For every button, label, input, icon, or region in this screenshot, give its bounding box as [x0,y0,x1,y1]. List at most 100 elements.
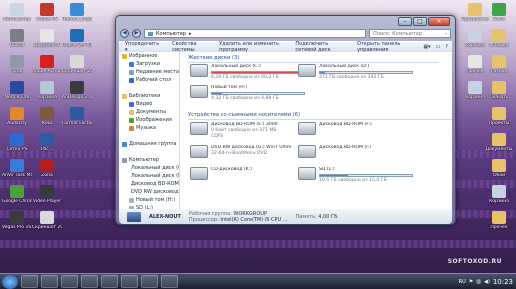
desktop-icon[interactable]: Adobe Acrobat [32,55,62,74]
desktop-icon[interactable]: Global [2,29,32,48]
sidebar-item[interactable]: Загрузки [119,60,179,68]
removable-group-header[interactable]: Устройства со съемными носителями (6) [188,112,452,120]
tray-flag-icon[interactable]: ⚑ [469,279,473,285]
sidebar-item-icon [122,141,127,147]
explorer-window[interactable]: – □ × ◀ ▶ Компьютер ▸ Поиск: Компьютер ⌕… [115,15,456,225]
sidebar-item[interactable]: Недавние места [119,68,179,76]
sidebar-item[interactable]: Видео [119,100,179,108]
desktop-icon[interactable]: Документ1 [32,29,62,48]
drive-text: Локальный диск (C:) 4,29 ГБ свободно из 6… [211,64,305,81]
sidebar-item[interactable]: DVD RW дисковод (G:) Wi [119,188,179,196]
sidebar-item-label: Избранное [129,53,158,59]
sidebar-item-label: Домашняя группа [129,141,177,147]
removable-drive-item[interactable]: DVD RW дисковод (G:) Win7 Ultim 32-64-ru-… [190,145,305,158]
desktop-icon[interactable]: Zona [32,159,62,178]
removable-drive-item[interactable]: SD (L:) 10,5 ГБ свободно из 15,0 ГБ [298,167,413,184]
back-button[interactable]: ◀ [120,29,129,38]
desktop-icon[interactable]: Корзина [460,29,490,48]
desktop-icon[interactable]: Скриншот 2016.11.17 [32,211,62,230]
sidebar-item[interactable]: Дисковод BD-ROM (E:) 300 [119,180,179,188]
taskbar-chrome[interactable] [81,275,98,288]
sidebar-item[interactable]: Документы [119,108,179,116]
language-indicator[interactable]: RU [459,279,466,285]
taskbar-app-7[interactable] [141,275,158,288]
desktop-icon[interactable]: Панель управления [62,3,92,22]
sidebar-item[interactable]: Домашняя группа [119,140,179,148]
sidebar-item[interactable]: Библиотеки [119,92,179,100]
drive-item[interactable]: Новый том (H:) 4,32 ГБ свободно из 4,88 Г… [190,85,305,102]
drive-text: Дисковод BD-ROM (F:) [319,122,413,135]
maximize-button[interactable]: □ [413,17,427,26]
start-button[interactable] [2,274,18,289]
clock[interactable]: 10:23 [493,278,513,286]
desktop-icon[interactable]: Корзина [460,81,490,100]
desktop-icon-label: Скриншот 2016.11.17 [32,225,62,230]
desktop-icon[interactable]: Кеш [32,107,62,126]
taskbar-explorer[interactable] [21,275,38,288]
taskbar-app-2[interactable] [41,275,58,288]
desktop-icon[interactable]: Обои [484,159,514,178]
sidebar-item[interactable]: Избранное [119,52,179,60]
desktop-icon[interactable]: Format Factory [62,107,92,126]
desktop-icon[interactable]: Прочее [484,211,514,230]
desktop-icon[interactable]: Adobe PS [32,3,62,22]
desktop-icon-label: Корзина [489,199,509,204]
desktop-icon[interactable]: Сетка PS [2,133,32,152]
desktop-icon[interactable]: Google Chrome [2,185,32,204]
drive-text: Дисковод BD-ROM (E:) 3000 0 байт свободно… [211,122,305,140]
desktop-icon[interactable]: Прочее [460,55,490,74]
close-button[interactable]: × [428,17,450,26]
desktop-icon[interactable]: Документы [484,133,514,152]
sidebar-item[interactable]: Новый том (H:) [119,196,179,204]
view-options-icon[interactable]: ▦▾ [423,44,430,50]
taskbar-app-8[interactable] [161,275,178,288]
sidebar-item[interactable]: Локальный диск (C:) [119,164,179,172]
desktop-icon[interactable]: AnVir Task Mana... [2,159,32,178]
desktop-icon[interactable]: Oracle VM VirtualBox [62,29,92,48]
sidebar-item[interactable]: Локальный диск (D:) [119,172,179,180]
sidebar-item[interactable]: Изображения [119,116,179,124]
preview-pane-icon[interactable]: ▭ [436,44,441,50]
drive-usage-fill [320,72,325,73]
search-box[interactable]: Поиск: Компьютер ⌕ [369,29,451,38]
taskbar-app-6[interactable] [121,275,138,288]
desktop-icon[interactable]: Программы [460,3,490,22]
search-input[interactable]: Поиск: Компьютер [373,31,422,37]
help-icon[interactable]: ? [445,44,448,50]
sidebar-item-icon [129,77,134,83]
forward-button[interactable]: ▶ [132,29,141,38]
desktop-icon[interactable]: Video Player [32,185,62,204]
sidebar-item[interactable]: Музыка [119,124,179,132]
desktop-icon-image [10,159,24,172]
navigation-pane: Избранное Загрузки Недавние места Рабочий с… [119,52,180,209]
sidebar-item[interactable]: Рабочий стол [119,76,179,84]
desktop-icon[interactable]: Nero 8 Lite [2,81,32,100]
drive-item[interactable]: Локальный диск (D:) 372 ГБ свободно из 39… [298,64,413,81]
desktop-icon[interactable]: Vegas Pro 16.0 [2,211,32,230]
desktop-icon[interactable]: Total [2,55,32,74]
removable-drive-item[interactable]: Дисковод BD-ROM (I:) [298,145,413,158]
hdd-group-header[interactable]: Жесткие диски (3) [188,55,441,63]
volume-icon[interactable]: ◀) [484,279,490,285]
network-icon[interactable]: ▥ [476,279,481,285]
desktop-icon-label: Video Player [32,199,62,204]
desktop-icon[interactable]: Корзина [484,185,514,204]
removable-drive-item[interactable]: Дисковод BD-ROM (E:) 3000 0 байт свободно… [190,122,305,140]
removable-drive-item[interactable]: CD-дисковод (K:) [190,167,305,180]
minimize-button[interactable]: – [398,17,412,26]
desktop-icon[interactable]: Audacity [2,107,32,126]
memory-label: Память: [295,213,317,220]
desktop-icon[interactable]: Компьютер [2,3,32,22]
removable-drive-item[interactable]: Дисковод BD-ROM (F:) [298,122,413,135]
address-bar[interactable]: Компьютер ▸ [144,29,366,38]
desktop-icon-label: Format Factory [62,121,92,126]
taskbar-app-5[interactable] [101,275,118,288]
desktop-icon[interactable]: Pac... [32,133,62,152]
drive-item[interactable]: Локальный диск (C:) 4,29 ГБ свободно из 6… [190,64,305,81]
desktop-icon[interactable]: Корзина [32,81,62,100]
desktop-icon[interactable]: Скриншот 2016.11.17 [62,55,92,74]
desktop-icon[interactable]: Проекты [484,107,514,126]
desktop-icon[interactable]: AnDesign 2.6 (64 bit) [62,81,92,100]
taskbar-app-3[interactable] [61,275,78,288]
sidebar-item[interactable]: Компьютер [119,156,179,164]
